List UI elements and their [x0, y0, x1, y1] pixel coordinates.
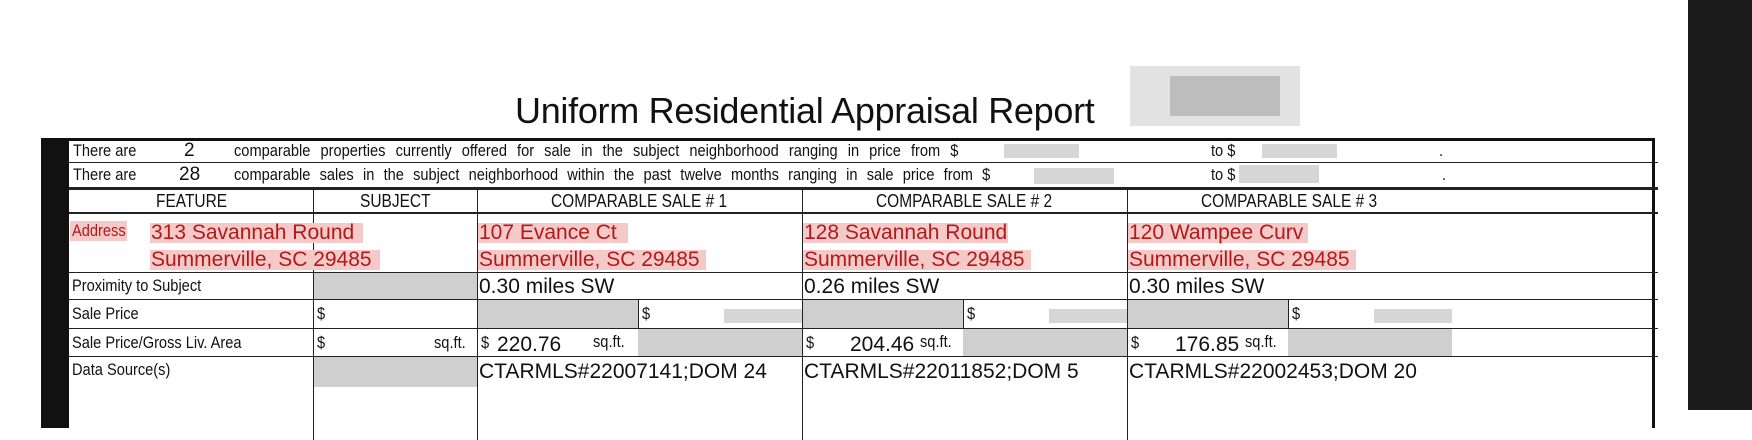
redacted-price-low: [1004, 144, 1079, 158]
subject-data-source-shaded: [314, 357, 477, 387]
comp1-address-line2: Summerville, SC 29485: [479, 248, 700, 271]
comp1-ppa-unit: sq.ft.: [593, 332, 625, 351]
subject-ppa-symbol: $: [317, 333, 326, 352]
redacted-price-high: [1262, 144, 1337, 158]
comp2-ppa-value: 204.46: [850, 333, 915, 356]
comp3-ppa-value: 176.85: [1175, 333, 1240, 356]
offering-text: comparable properties currently offered …: [234, 141, 959, 160]
comp2-proximity: 0.26 miles SW: [804, 275, 940, 298]
rule: [69, 212, 1658, 214]
subject-address-line1: 313 Savannah Round: [151, 221, 355, 244]
report-title: Uniform Residential Appraisal Report: [515, 90, 1095, 131]
comp2-ppa-unit: sq.ft.: [920, 332, 952, 351]
sales-prefix: There are: [73, 165, 137, 184]
comp1-ppa-value: 220.76: [497, 333, 562, 356]
header-comp3: COMPARABLE SALE # 3: [1201, 191, 1378, 211]
viewer-dark-margin: [1688, 0, 1752, 410]
proximity-label: Proximity to Subject: [72, 276, 202, 295]
redacted-comp1-price: [724, 309, 802, 323]
comp3-sale-price-symbol: $: [1292, 304, 1301, 323]
comp2-data-source: CTARMLS#22011852;DOM 5: [804, 360, 1079, 383]
comp3-address-line1: 120 Wampee Curv: [1129, 221, 1304, 244]
redacted-comp2-price: [1049, 309, 1127, 323]
comp1-ppa-shaded: [638, 329, 802, 356]
header-feature: FEATURE: [156, 191, 228, 211]
subject-address-line2: Summerville, SC 29485: [151, 248, 372, 271]
offering-count: 2: [184, 140, 195, 161]
comp1-data-source: CTARMLS#22007141;DOM 24: [479, 360, 767, 383]
comp3-data-source: CTARMLS#22002453;DOM 20: [1129, 360, 1417, 383]
offering-end: .: [1439, 141, 1444, 160]
sales-end: .: [1442, 165, 1447, 184]
sale-price-label: Sale Price: [72, 304, 139, 323]
col-rule: [963, 300, 964, 328]
price-per-area-label: Sale Price/Gross Liv. Area: [72, 333, 242, 352]
comp2-ppa-symbol: $: [806, 333, 815, 352]
comp2-ppa-shaded: [963, 329, 1127, 356]
header-comp1: COMPARABLE SALE # 1: [551, 191, 728, 211]
address-label: Address: [72, 221, 126, 240]
redacted-comp3-price: [1374, 309, 1452, 323]
comp3-proximity: 0.30 miles SW: [1129, 275, 1265, 298]
sales-to: to $: [1211, 165, 1236, 184]
form-left-stripe: [44, 141, 69, 428]
header-comp2: COMPARABLE SALE # 2: [876, 191, 1053, 211]
comp1-sale-shaded: [478, 300, 638, 328]
comp1-sale-price-symbol: $: [642, 304, 651, 323]
comp1-ppa-symbol: $: [481, 333, 490, 352]
subject-sale-price-symbol: $: [317, 304, 326, 323]
redacted-sale-high: [1239, 165, 1319, 183]
comp2-address-line1: 128 Savannah Round: [804, 221, 1008, 244]
header-subject: SUBJECT: [360, 191, 431, 211]
comp1-proximity: 0.30 miles SW: [479, 275, 615, 298]
comp2-address-line2: Summerville, SC 29485: [804, 248, 1025, 271]
sales-text: comparable sales in the subject neighbor…: [234, 165, 991, 184]
comp3-ppa-unit: sq.ft.: [1245, 332, 1277, 351]
comp2-sale-price-symbol: $: [967, 304, 976, 323]
rule: [69, 162, 1658, 163]
redacted-stamp-inner: [1170, 76, 1280, 116]
col-rule: [1288, 300, 1289, 328]
offering-prefix: There are: [73, 141, 137, 160]
redacted-sale-low: [1034, 168, 1114, 184]
sales-count: 28: [179, 164, 201, 185]
comp3-ppa-shaded: [1288, 329, 1452, 356]
subject-proximity-shaded: [314, 273, 477, 299]
col-rule: [638, 300, 639, 328]
comp3-sale-shaded: [1128, 300, 1288, 328]
comp3-ppa-symbol: $: [1131, 333, 1140, 352]
offering-to: to $: [1211, 141, 1236, 160]
rule: [69, 187, 1658, 190]
subject-ppa-unit: sq.ft.: [434, 333, 466, 352]
appraisal-grid: There are 2 comparable properties curren…: [41, 138, 1658, 440]
comp3-address-line2: Summerville, SC 29485: [1129, 248, 1350, 271]
data-sources-label: Data Source(s): [72, 360, 171, 379]
rule: [69, 272, 1658, 273]
comp2-sale-shaded: [803, 300, 963, 328]
comp1-address-line1: 107 Evance Ct: [479, 221, 617, 244]
